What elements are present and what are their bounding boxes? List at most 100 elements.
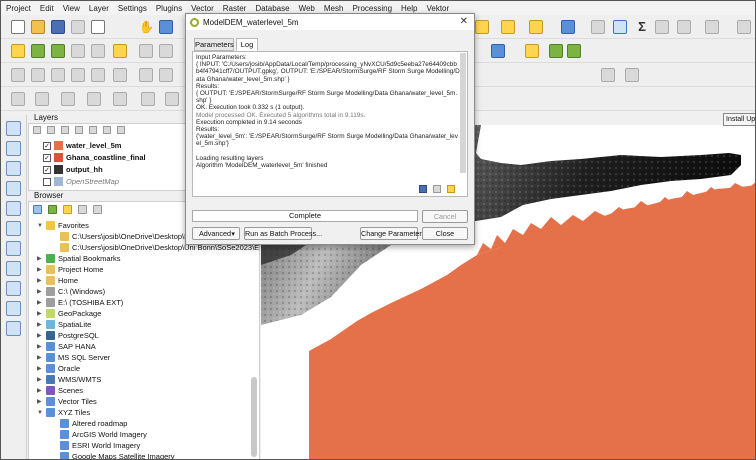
merge-features-icon[interactable] bbox=[625, 68, 639, 82]
browser-item[interactable]: ▶ SAP HANA bbox=[37, 341, 96, 352]
browser-item[interactable]: ▶ Home bbox=[37, 275, 78, 286]
layer-visibility-checkbox[interactable] bbox=[43, 177, 51, 186]
new-project-icon[interactable] bbox=[11, 20, 25, 34]
layer-visibility-checkbox[interactable]: ✓ bbox=[43, 165, 51, 174]
layer-visibility-checkbox[interactable]: ✓ bbox=[43, 153, 51, 162]
menu-item[interactable]: Mesh bbox=[324, 4, 344, 13]
layout-manager-icon[interactable] bbox=[91, 20, 105, 34]
edit-vertex-icon[interactable] bbox=[11, 68, 25, 82]
digitize-icon[interactable] bbox=[113, 44, 127, 58]
python-console-icon[interactable] bbox=[525, 44, 539, 58]
browser-scrollbar[interactable] bbox=[251, 377, 257, 457]
chevron-right-icon[interactable]: ▶ bbox=[37, 266, 43, 273]
chevron-right-icon[interactable]: ▶ bbox=[37, 376, 43, 383]
close-icon[interactable]: ✕ bbox=[460, 16, 468, 27]
add-group-icon[interactable] bbox=[47, 126, 55, 134]
chevron-right-icon[interactable]: ▶ bbox=[37, 354, 43, 361]
log-output[interactable]: Input Parameters:{ INPUT: 'C:/Users/josi… bbox=[192, 51, 468, 197]
add-wfs-icon[interactable] bbox=[6, 301, 21, 316]
collapse-all-icon[interactable] bbox=[103, 126, 111, 134]
statistics-sigma-icon[interactable]: Σ bbox=[635, 20, 649, 34]
analysis-icon[interactable] bbox=[567, 44, 581, 58]
filter-icon[interactable] bbox=[63, 205, 72, 214]
browser-item[interactable]: ▶ Spatial Bookmarks bbox=[37, 253, 121, 264]
add-ring-icon[interactable] bbox=[91, 68, 105, 82]
menu-item[interactable]: Plugins bbox=[156, 4, 182, 13]
browser-item[interactable]: ▶ C:\ (Windows) bbox=[37, 286, 105, 297]
menu-item[interactable]: Project bbox=[6, 4, 31, 13]
menu-item[interactable]: Processing bbox=[352, 4, 392, 13]
chevron-down-icon[interactable]: ▼ bbox=[37, 223, 43, 229]
tab-log[interactable]: Log bbox=[236, 38, 258, 51]
browser-item[interactable]: ▼ Favorites bbox=[37, 220, 89, 231]
filter-legend-icon[interactable] bbox=[75, 126, 83, 134]
copy-log-icon[interactable] bbox=[433, 185, 441, 193]
processing-toolbox-icon[interactable] bbox=[613, 20, 627, 34]
zoom-out-icon[interactable] bbox=[159, 44, 173, 58]
chevron-right-icon[interactable]: ▶ bbox=[37, 332, 43, 339]
split-features-icon[interactable] bbox=[601, 68, 615, 82]
browser-item[interactable]: C:\Users\josib\OneDrive\Desktop\Eri bbox=[51, 231, 193, 242]
advanced-dropdown[interactable]: Advanced ▾ bbox=[192, 227, 240, 240]
tab-parameters[interactable]: Parameters bbox=[194, 38, 234, 51]
browser-item[interactable]: ▶ E:\ (TOSHIBA EXT) bbox=[37, 297, 123, 308]
measure-line-icon[interactable] bbox=[655, 20, 669, 34]
browser-item[interactable]: ▶ Oracle bbox=[37, 363, 80, 374]
select-features-icon[interactable] bbox=[475, 20, 489, 34]
plugin-icon[interactable] bbox=[549, 44, 563, 58]
remove-layer-icon[interactable] bbox=[117, 126, 125, 134]
add-spatialite-icon[interactable] bbox=[6, 201, 21, 216]
change-parameters-button[interactable]: Change Parameters bbox=[360, 227, 425, 240]
layer-item[interactable]: ✓ Ghana_coastline_final bbox=[43, 152, 146, 163]
pan-map-icon[interactable]: ✋ bbox=[139, 20, 154, 34]
add-wms-icon[interactable] bbox=[6, 261, 21, 276]
layer-visibility-checkbox[interactable]: ✓ bbox=[43, 141, 51, 150]
browser-item[interactable]: ▼ XYZ Tiles bbox=[37, 407, 90, 418]
browser-item[interactable]: ▶ MS SQL Server bbox=[37, 352, 110, 363]
chevron-right-icon[interactable]: ▶ bbox=[37, 398, 43, 405]
add-mssql-icon[interactable] bbox=[6, 241, 21, 256]
zoom-in-icon[interactable] bbox=[139, 44, 153, 58]
simplify-icon[interactable] bbox=[71, 68, 85, 82]
clear-log-icon[interactable] bbox=[447, 185, 455, 193]
move-feature-icon[interactable] bbox=[31, 68, 45, 82]
browser-item[interactable]: Google Maps Satellite Imagery bbox=[51, 451, 175, 459]
attribute-table-icon[interactable] bbox=[591, 20, 605, 34]
open-project-icon[interactable] bbox=[31, 20, 45, 34]
add-raster-layer-icon[interactable] bbox=[71, 44, 85, 58]
deselect-icon[interactable] bbox=[529, 20, 543, 34]
new-geopackage-icon[interactable] bbox=[31, 44, 45, 58]
menu-item[interactable]: Edit bbox=[40, 4, 54, 13]
menu-item[interactable]: Settings bbox=[118, 4, 147, 13]
add-raster-icon[interactable] bbox=[6, 141, 21, 156]
fill-ring-icon[interactable] bbox=[139, 68, 153, 82]
rotate-feature-icon[interactable] bbox=[51, 68, 65, 82]
log-scrollbar[interactable] bbox=[460, 53, 466, 173]
identify-icon[interactable] bbox=[561, 20, 575, 34]
save-log-icon[interactable] bbox=[419, 185, 427, 193]
chevron-right-icon[interactable]: ▶ bbox=[37, 310, 43, 317]
collapse-all-icon[interactable] bbox=[78, 205, 87, 214]
select-tool-icon[interactable] bbox=[11, 92, 25, 106]
add-mesh-icon[interactable] bbox=[6, 161, 21, 176]
browser-item[interactable]: ESRI World Imagery bbox=[51, 440, 140, 451]
expand-all-icon[interactable] bbox=[89, 126, 97, 134]
chevron-right-icon[interactable]: ▶ bbox=[37, 321, 43, 328]
close-button[interactable]: Close bbox=[422, 227, 468, 240]
menu-item[interactable]: Raster bbox=[223, 4, 247, 13]
save-project-icon[interactable] bbox=[51, 20, 65, 34]
browser-item[interactable]: ▶ WMS/WMTS bbox=[37, 374, 101, 385]
open-layer-styling-icon[interactable] bbox=[33, 126, 41, 134]
refresh-icon[interactable] bbox=[48, 205, 57, 214]
browser-item[interactable]: ▶ SpatiaLite bbox=[37, 319, 91, 330]
browser-item[interactable]: ▶ Scenes bbox=[37, 385, 83, 396]
run-batch-button[interactable]: Run as Batch Process... bbox=[244, 227, 322, 240]
layer-item[interactable]: ✓ water_level_5m bbox=[43, 140, 121, 151]
delete-ring-icon[interactable] bbox=[159, 68, 173, 82]
reshape-icon[interactable] bbox=[61, 92, 75, 106]
menu-item[interactable]: Layer bbox=[89, 4, 109, 13]
menu-item[interactable]: Help bbox=[401, 4, 417, 13]
layer-item[interactable]: OpenStreetMap bbox=[43, 176, 119, 187]
chevron-right-icon[interactable]: ▶ bbox=[37, 299, 43, 306]
browser-item[interactable]: ▶ PostgreSQL bbox=[37, 330, 99, 341]
